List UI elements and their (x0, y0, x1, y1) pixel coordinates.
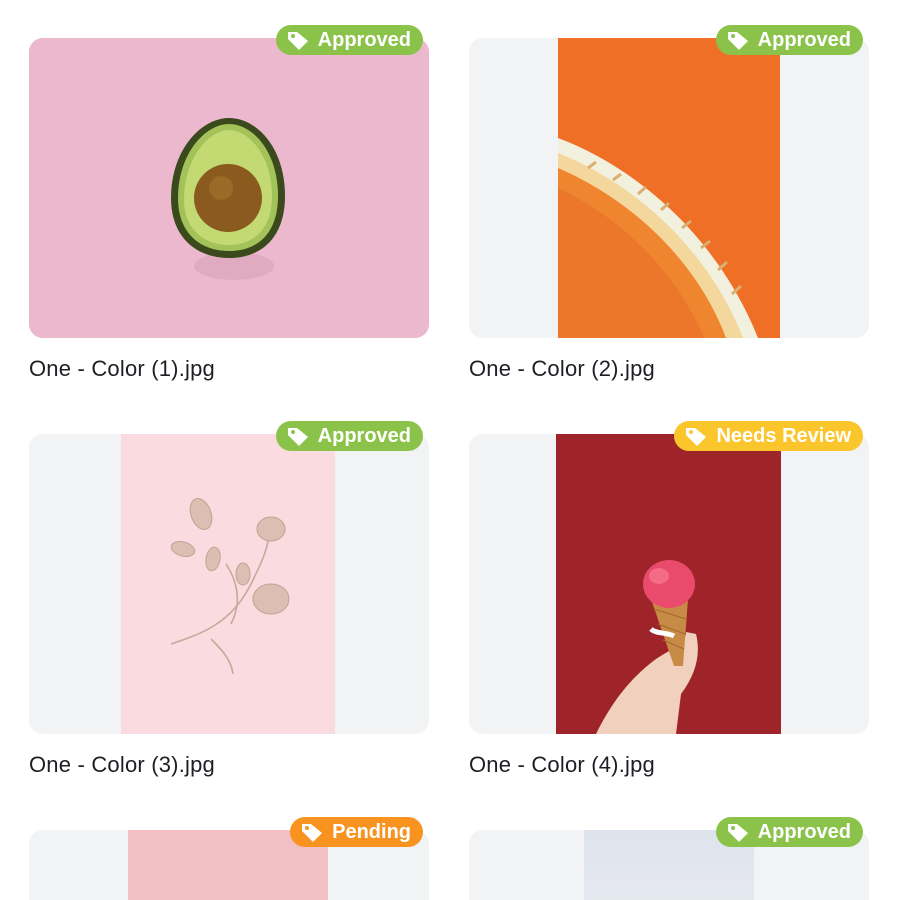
tag-icon (302, 824, 323, 842)
asset-card[interactable]: Approved One - Color (3).jpg (29, 421, 429, 778)
asset-card[interactable]: Approved One - Color (2).jpg (469, 25, 869, 382)
status-badge: Needs Review (674, 421, 863, 451)
thumbnail-frame[interactable] (29, 38, 429, 338)
tag-icon (287, 32, 308, 50)
dried-flower-photo (121, 434, 335, 734)
file-name[interactable]: One - Color (2).jpg (469, 356, 869, 382)
status-label: Approved (317, 424, 411, 447)
orange-staircase-photo (558, 38, 780, 338)
tag-icon (727, 824, 748, 842)
status-badge: Pending (290, 817, 423, 847)
asset-grid: Approved One - Color (1).jpg Approved On… (0, 0, 900, 900)
status-label: Pending (332, 820, 411, 843)
thumbnail-frame[interactable] (469, 38, 869, 338)
status-label: Approved (317, 28, 411, 51)
status-label: Approved (757, 820, 851, 843)
asset-card[interactable]: Approved One - Color (1).jpg (29, 25, 429, 382)
asset-card[interactable]: Pending (29, 817, 429, 900)
status-badge: Approved (715, 25, 863, 55)
tag-icon (287, 428, 308, 446)
tag-icon (686, 428, 707, 446)
tag-icon (727, 32, 748, 50)
status-label: Needs Review (716, 424, 851, 447)
file-name[interactable]: One - Color (1).jpg (29, 356, 429, 382)
status-label: Approved (757, 28, 851, 51)
thumbnail-frame[interactable] (469, 434, 869, 734)
status-badge: Approved (715, 817, 863, 847)
status-badge: Approved (275, 421, 423, 451)
thumbnail-frame[interactable] (29, 434, 429, 734)
asset-card[interactable]: Approved (469, 817, 869, 900)
status-badge: Approved (275, 25, 423, 55)
ice-cream-photo (556, 434, 781, 734)
file-name[interactable]: One - Color (3).jpg (29, 752, 429, 778)
file-name[interactable]: One - Color (4).jpg (469, 752, 869, 778)
asset-card[interactable]: Needs Review One - Color (4).jpg (469, 421, 869, 778)
avocado-photo (29, 38, 429, 338)
